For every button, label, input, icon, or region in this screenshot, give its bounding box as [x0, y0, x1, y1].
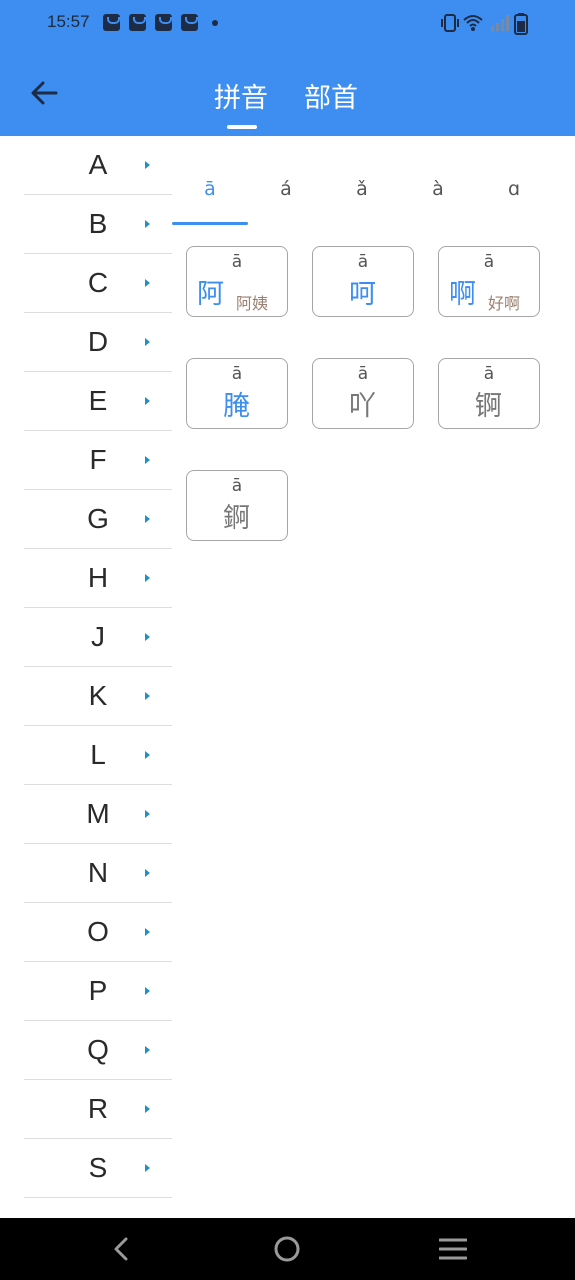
caret-right-icon: [145, 574, 150, 582]
tone-tabs: ā á ǎ à ɑ: [172, 160, 552, 226]
letter-item-l[interactable]: L: [24, 726, 172, 785]
caret-right-icon: [145, 456, 150, 464]
caret-right-icon: [145, 633, 150, 641]
tone-tab-1[interactable]: ā: [172, 178, 248, 200]
char-card[interactable]: ā 锕: [438, 358, 540, 429]
letter-item-m[interactable]: M: [24, 785, 172, 844]
letter-item-c[interactable]: C: [24, 254, 172, 313]
letter-list: A B C D E F G H J K L M N O P Q R S: [24, 136, 172, 1198]
card-word: 阿姨: [236, 294, 269, 313]
letter-item-q[interactable]: Q: [24, 1021, 172, 1080]
status-time: 15:57: [47, 12, 90, 31]
wifi-icon: [463, 15, 483, 31]
char-card[interactable]: ā 阿 阿姨: [186, 246, 288, 317]
char-card[interactable]: ā 啊 好啊: [438, 246, 540, 317]
notification-dot-icon: [212, 20, 218, 26]
vibrate-icon: [441, 14, 459, 32]
letter-item-h[interactable]: H: [24, 549, 172, 608]
letter-item-e[interactable]: E: [24, 372, 172, 431]
card-pinyin: ā: [357, 364, 369, 384]
letter-item-a[interactable]: A: [24, 136, 172, 195]
card-pinyin: ā: [231, 364, 243, 384]
char-card[interactable]: ā 呵: [312, 246, 414, 317]
caret-right-icon: [145, 810, 150, 818]
caret-right-icon: [145, 515, 150, 523]
caret-right-icon: [145, 279, 150, 287]
letter-item-n[interactable]: N: [24, 844, 172, 903]
letter-item-b[interactable]: B: [24, 195, 172, 254]
caret-right-icon: [145, 1105, 150, 1113]
card-character: 锕: [475, 391, 502, 422]
card-character: 吖: [349, 391, 376, 422]
tab-pinyin[interactable]: 拼音: [214, 76, 268, 115]
bag-icon: [181, 14, 198, 31]
caret-right-icon: [145, 928, 150, 936]
home-icon[interactable]: [273, 1235, 301, 1263]
char-card[interactable]: ā 腌: [186, 358, 288, 429]
bag-icon: [129, 14, 146, 31]
letter-item-p[interactable]: P: [24, 962, 172, 1021]
letter-item-o[interactable]: O: [24, 903, 172, 962]
caret-right-icon: [145, 220, 150, 228]
tone-tab-4[interactable]: à: [400, 178, 476, 200]
card-character: 呵: [349, 279, 376, 310]
tone-tab-3[interactable]: ǎ: [324, 178, 400, 200]
letter-item-k[interactable]: K: [24, 667, 172, 726]
signal-icon: [491, 15, 509, 31]
card-pinyin: ā: [231, 476, 243, 496]
tab-indicator: [227, 125, 257, 129]
caret-right-icon: [145, 397, 150, 405]
menu-icon[interactable]: [439, 1237, 467, 1261]
caret-right-icon: [145, 338, 150, 346]
card-pinyin: ā: [231, 252, 243, 272]
card-character: 腌: [223, 391, 250, 422]
caret-right-icon: [145, 751, 150, 759]
letter-item-r[interactable]: R: [24, 1080, 172, 1139]
status-bar: 15:57: [0, 0, 575, 48]
caret-right-icon: [145, 1046, 150, 1054]
bag-icon: [103, 14, 120, 31]
arrow-left-icon[interactable]: [28, 76, 62, 110]
caret-right-icon: [145, 161, 150, 169]
caret-right-icon: [145, 692, 150, 700]
caret-right-icon: [145, 869, 150, 877]
letter-item-d[interactable]: D: [24, 313, 172, 372]
nav-bar: [0, 1218, 575, 1280]
tone-tab-2[interactable]: á: [248, 178, 324, 200]
char-card[interactable]: ā 錒: [186, 470, 288, 541]
char-card[interactable]: ā 吖: [312, 358, 414, 429]
letter-item-f[interactable]: F: [24, 431, 172, 490]
card-pinyin: ā: [483, 364, 495, 384]
caret-right-icon: [145, 987, 150, 995]
caret-right-icon: [145, 1164, 150, 1172]
card-word: 好啊: [488, 294, 521, 313]
tone-indicator: [172, 222, 248, 225]
battery-icon: [514, 13, 528, 35]
nav-back-icon[interactable]: [109, 1235, 135, 1263]
card-character: 錒: [223, 503, 250, 534]
letter-item-g[interactable]: G: [24, 490, 172, 549]
card-character: 啊: [449, 279, 476, 310]
card-pinyin: ā: [483, 252, 495, 272]
letter-item-j[interactable]: J: [24, 608, 172, 667]
bag-icon: [155, 14, 172, 31]
card-character: 阿: [197, 279, 224, 310]
tab-bushou[interactable]: 部首: [304, 76, 358, 115]
card-pinyin: ā: [357, 252, 369, 272]
letter-item-s[interactable]: S: [24, 1139, 172, 1198]
tone-tab-5[interactable]: ɑ: [476, 178, 552, 200]
app-header: 15:57 拼音 部首: [0, 0, 575, 136]
